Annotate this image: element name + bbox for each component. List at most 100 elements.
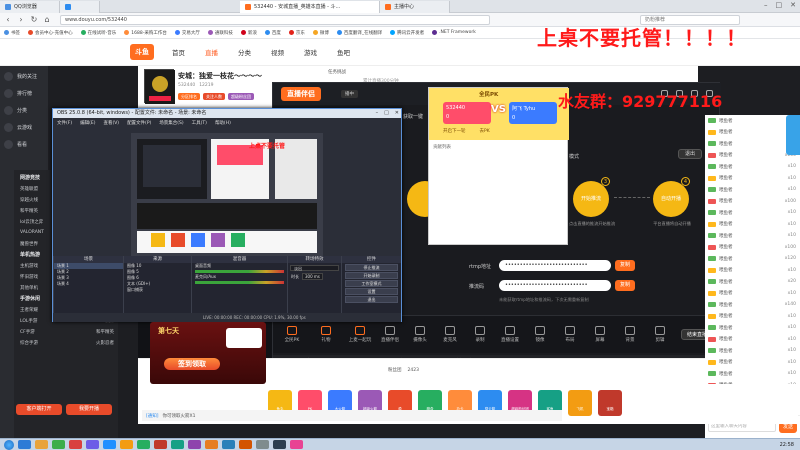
volume-meter[interactable]	[195, 281, 284, 284]
obs-menu-item[interactable]: 配置文件(P)	[127, 120, 151, 126]
notice-tag[interactable]: [通知]	[146, 413, 159, 419]
obs-control-button[interactable]: 停止推流	[345, 264, 398, 271]
open-client-button[interactable]: 客户端打开	[16, 404, 62, 415]
rtmp-field[interactable]: ••••••••••••••••••••••••••••	[499, 260, 611, 271]
pk-option-next[interactable]: 开启下一轮	[443, 128, 466, 134]
checkin-button[interactable]: 签到领取	[164, 358, 220, 370]
taskbar-app-icon[interactable]	[290, 440, 303, 449]
chat-row[interactable]: 喂鱼者 x10	[705, 161, 800, 173]
taskbar-app-icon[interactable]	[86, 440, 99, 449]
obs-preview[interactable]: 上桌不要托管	[131, 133, 323, 257]
bookmark-item[interactable]: 京东	[288, 30, 305, 36]
url-input[interactable]: www.douyu.com/532440	[60, 14, 490, 25]
sidebar-item[interactable]: 分类	[0, 102, 48, 119]
obs-menu-item[interactable]: 场景集合(S)	[159, 120, 183, 126]
toolbar-tool[interactable]: 摄像头	[405, 326, 435, 343]
taskbar-app-icon[interactable]	[137, 440, 150, 449]
minimize-icon[interactable]: –	[764, 1, 768, 9]
start-stream-button[interactable]: 我要开播	[66, 404, 112, 415]
obs-menu-item[interactable]: 文件(F)	[57, 120, 72, 126]
bookmark-item[interactable]: 交易大厅	[174, 30, 200, 36]
sidebar-item[interactable]: 排行榜	[0, 85, 48, 102]
streamer-avatar[interactable]	[144, 69, 175, 104]
obs-control-button[interactable]: 工作室模式	[345, 280, 398, 287]
start-button[interactable]	[4, 439, 14, 450]
douyu-logo[interactable]: 斗鱼	[130, 44, 154, 60]
toolbar-tool[interactable]: 录制	[465, 326, 495, 343]
chat-row[interactable]: 喂鱼者 x120	[705, 253, 800, 265]
toolbar-action-上麦一起玩[interactable]: 上麦一起玩	[345, 326, 375, 343]
toolbar-tool[interactable]: 直播伴侣	[375, 326, 405, 343]
source-item[interactable]: 窗口捕获	[124, 287, 191, 293]
obs-menu-item[interactable]: 帮助(H)	[215, 120, 231, 126]
minimize-icon[interactable]: –	[376, 110, 379, 116]
gift-item[interactable]: 飞机	[568, 390, 592, 416]
pk-option-go[interactable]: 去PK	[480, 128, 490, 134]
obs-control-button[interactable]: 开始录制	[345, 272, 398, 279]
toolbar-tool[interactable]: 布局	[555, 326, 585, 343]
taskbar-app-icon[interactable]	[256, 440, 269, 449]
taskbar-app-icon[interactable]	[273, 440, 286, 449]
taskbar-app-icon[interactable]	[103, 440, 116, 449]
volume-meter[interactable]	[195, 270, 284, 273]
forward-icon[interactable]: ›	[16, 15, 26, 25]
toolbar-tool[interactable]: 直播设置	[495, 326, 525, 343]
taskbar-app-icon[interactable]	[171, 440, 184, 449]
obs-control-button[interactable]: 设置	[345, 288, 398, 295]
close-icon[interactable]: ✕	[790, 1, 796, 9]
toolbar-action-全民PK[interactable]: 全民PK	[277, 326, 307, 343]
chat-row[interactable]: 喂鱼者 x10	[705, 288, 800, 300]
taskbar-app-icon[interactable]	[69, 440, 82, 449]
bookmark-item[interactable]: 在线试听-音乐	[80, 30, 116, 36]
streamer-badge[interactable]: 关注人数	[203, 93, 225, 100]
maximize-icon[interactable]: □	[384, 110, 389, 116]
taskbar-app-icon[interactable]	[35, 440, 48, 449]
chat-row[interactable]: 喂鱼者 x10	[705, 322, 800, 334]
sidebar-item[interactable]: 云游戏	[0, 119, 48, 136]
obs-menu-item[interactable]: 工具(T)	[192, 120, 207, 126]
chat-row[interactable]: 喂鱼者 x140	[705, 299, 800, 311]
copy-rtmp-button[interactable]: 复制	[615, 260, 635, 271]
toolbar-tool[interactable]: 屏幕	[585, 326, 615, 343]
copy-code-button[interactable]: 复制	[615, 280, 635, 291]
toolbar-tool[interactable]: 麦克风	[435, 326, 465, 343]
chat-row[interactable]: 喂鱼者 x10	[705, 184, 800, 196]
bookmark-item[interactable]: 1688-采购工作台	[124, 30, 167, 36]
chat-row[interactable]: 喂鱼者 x10	[705, 345, 800, 357]
chat-row[interactable]: 喂鱼者 x10	[705, 230, 800, 242]
bookmark-item[interactable]: 会员中心-充值中心	[28, 30, 73, 36]
category-item[interactable]: 综合手游 火影忍者	[14, 337, 118, 348]
chat-row[interactable]: 喂鱼者 x10	[705, 219, 800, 231]
sidebar-item[interactable]: 我的关注	[0, 68, 48, 85]
bookmark-item[interactable]: 腾讯云开发者	[390, 30, 424, 36]
side-float-icon[interactable]	[786, 115, 800, 155]
scene-item[interactable]: 场景 4	[54, 281, 123, 287]
chat-row[interactable]: 喂鱼者 x10	[705, 368, 800, 380]
toolbar-tool[interactable]: 镜像	[525, 326, 555, 343]
exit-button[interactable]: 退出	[678, 149, 702, 159]
browser-tab[interactable]	[60, 0, 100, 13]
maximize-icon[interactable]: □	[776, 1, 783, 9]
taskbar-app-icon[interactable]	[239, 440, 252, 449]
browser-tab-active[interactable]: 532440 - 安城直播_英雄本直播 - 斗...	[240, 0, 380, 13]
streamer-badge[interactable]: 分区排名	[178, 93, 200, 100]
obs-control-button[interactable]: 退出	[345, 296, 398, 303]
taskbar-app-icon[interactable]	[188, 440, 201, 449]
chat-row[interactable]: 喂鱼者 x10	[705, 311, 800, 323]
taskbar-app-icon[interactable]	[154, 440, 167, 449]
chat-row[interactable]: 喂鱼者 x10	[705, 173, 800, 185]
chat-row[interactable]: 喂鱼者 x20	[705, 276, 800, 288]
browser-tab[interactable]: 主播中心	[380, 0, 450, 13]
stream-code-field[interactable]: ••••••••••••••••••••••••••••	[499, 280, 611, 291]
duration-input[interactable]: 300 ms	[302, 273, 323, 280]
sidebar-item[interactable]: 看看	[0, 136, 48, 153]
bookmark-item[interactable]: 百度翻译_在线翻译	[336, 30, 382, 36]
obs-menu-item[interactable]: 查看(V)	[103, 120, 119, 126]
toolbar-action-礼物[interactable]: 礼物	[311, 326, 341, 343]
streamer-badge[interactable]: 超级粉丝团	[228, 93, 254, 100]
step-circle[interactable]: 开始推流	[573, 181, 609, 217]
taskbar-app-icon[interactable]	[205, 440, 218, 449]
bookmark-item[interactable]: 微博	[312, 30, 329, 36]
obs-menu-item[interactable]: 编辑(E)	[80, 120, 95, 126]
bookmark-item[interactable]: 通联科技	[207, 30, 233, 36]
